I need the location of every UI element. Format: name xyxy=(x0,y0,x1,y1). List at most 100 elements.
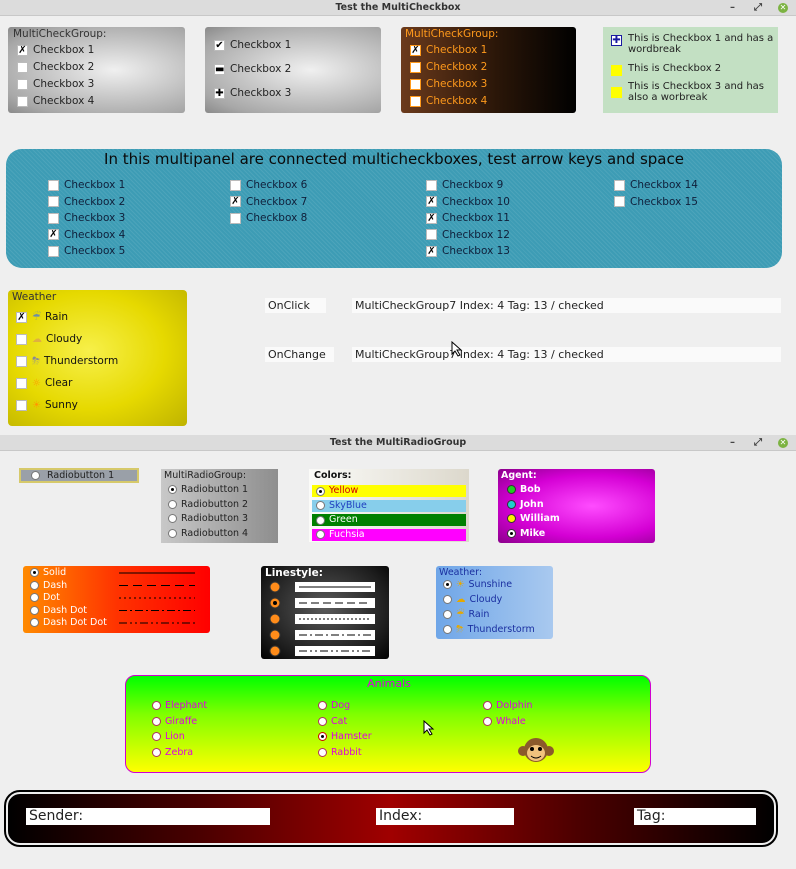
checkbox-item[interactable]: ✗ Checkbox 4 xyxy=(48,229,125,241)
radio-item[interactable]: Radiobutton 2 xyxy=(168,499,248,510)
radio-item[interactable]: Mike xyxy=(507,528,545,539)
radio-item[interactable]: Dolphin xyxy=(483,700,532,711)
radio-item[interactable]: ☀ Sunshine xyxy=(443,579,512,590)
linestyle-options[interactable] xyxy=(261,566,389,659)
checkbox-item[interactable]: Checkbox 6 xyxy=(230,179,307,191)
checkbox-item[interactable]: Checkbox 12 xyxy=(426,229,510,241)
checkbox-item[interactable]: Checkbox 1 xyxy=(48,179,125,191)
checkbox-item[interactable]: Checkbox 2 xyxy=(48,196,125,208)
radio-label: Cloudy xyxy=(469,594,503,605)
checkbox-item[interactable]: Checkbox 5 xyxy=(48,245,125,257)
checkbox-item[interactable]: Checkbox 3 xyxy=(17,78,94,90)
close-icon[interactable]: ✕ xyxy=(778,3,788,13)
weather-checkbox[interactable]: ☁ Cloudy xyxy=(16,333,82,345)
animals-group: Animals Elephant Giraffe Lion Zebra Dog Cat Ha… xyxy=(125,675,651,773)
radio-item[interactable]: Yellow xyxy=(312,485,466,497)
minimize-icon[interactable]: – xyxy=(730,435,735,451)
weather-checkbox[interactable]: ✗ ☔ Rain xyxy=(16,311,68,323)
multiradio-group: MultiRadioGroup: Radiobutton 1 Radiobutto… xyxy=(161,469,278,543)
group-caption: Weather xyxy=(12,291,57,303)
multicheck-group-2: ✔ Checkbox 1 ▬ Checkbox 2 ✚ Checkbox 3 xyxy=(205,27,381,113)
radio-item[interactable]: ☔ Rain xyxy=(443,609,489,620)
radio-item[interactable]: Fuchsia xyxy=(312,528,466,541)
radio-item[interactable]: Hamster xyxy=(318,731,372,742)
checkbox-item[interactable]: Checkbox 3 xyxy=(410,78,487,90)
checkbox-item[interactable]: ✚ This is Checkbox 1 and has a wordbreak xyxy=(611,33,776,55)
radio-item[interactable]: ⛈ Thunderstorm xyxy=(443,624,535,635)
checkbox-label: Checkbox 3 xyxy=(230,87,292,99)
checkbox-item[interactable]: Checkbox 15 xyxy=(614,196,698,208)
checkbox-indicator xyxy=(48,179,59,191)
radio-item[interactable]: ☁ Cloudy xyxy=(443,594,502,605)
radio-item[interactable]: Elephant xyxy=(152,700,207,711)
checkbox-item[interactable]: ✗ Checkbox 13 xyxy=(426,245,510,257)
radio-indicator xyxy=(507,485,516,494)
radio-item[interactable]: Radiobutton 1 xyxy=(168,484,248,495)
radio-item[interactable]: Bob xyxy=(507,484,541,495)
radio-item[interactable]: SkyBlue xyxy=(312,499,466,512)
checkbox-item[interactable]: Checkbox 14 xyxy=(614,179,698,191)
checkbox-item[interactable]: Checkbox 4 xyxy=(17,95,94,107)
checkbox-item[interactable]: ✗ Checkbox 7 xyxy=(230,196,307,208)
window-titlebar: Test the MultiCheckbox – ⤢ ✕ xyxy=(0,0,796,16)
checkbox-item[interactable]: Checkbox 9 xyxy=(426,179,503,191)
radio-label: Radiobutton 1 xyxy=(181,484,249,495)
checkbox-item[interactable]: This is Checkbox 2 xyxy=(611,63,776,76)
radio-item[interactable]: William xyxy=(507,513,560,524)
checkbox-item[interactable]: ✗ Checkbox 11 xyxy=(426,212,510,224)
radio-item[interactable]: Lion xyxy=(152,731,185,742)
checkbox-item[interactable]: ▬ Checkbox 2 xyxy=(214,63,291,75)
radio-indicator xyxy=(443,610,452,619)
checkbox-indicator xyxy=(611,87,622,98)
checkbox-item[interactable]: This is Checkbox 3 and has also a worbre… xyxy=(611,81,776,103)
radio-label: Dolphin xyxy=(496,700,533,711)
checkbox-item[interactable]: ✗ Checkbox 10 xyxy=(426,196,510,208)
checkbox-item[interactable]: ✗ Checkbox 1 xyxy=(410,44,487,56)
checkbox-item[interactable]: ✔ Checkbox 1 xyxy=(214,39,291,51)
checkbox-item[interactable]: Checkbox 4 xyxy=(410,95,487,107)
checkbox-indicator xyxy=(426,229,437,240)
close-icon[interactable]: ✕ xyxy=(778,438,788,448)
radio-item[interactable]: Whale xyxy=(483,716,526,727)
radio-item[interactable]: Rabbit xyxy=(318,747,362,758)
radio-indicator xyxy=(507,528,516,538)
pen-style-group: Solid Dash Dot Dash Dot Dash Dot Dot xyxy=(23,566,210,633)
checkbox-item[interactable]: Checkbox 2 xyxy=(410,61,487,73)
radio-item[interactable]: Cat xyxy=(318,716,347,727)
maximize-icon[interactable]: ⤢ xyxy=(754,435,762,451)
onclick-label: OnClick xyxy=(265,298,326,313)
radio-item[interactable]: Zebra xyxy=(152,747,193,758)
index-field: Index: xyxy=(376,808,514,825)
radio-label: Whale xyxy=(496,715,526,727)
radiobutton-1[interactable]: Radiobutton 1 xyxy=(19,468,139,483)
radio-indicator xyxy=(443,625,452,634)
weather-checkbox[interactable]: ⛈ Thunderstorm xyxy=(16,355,118,367)
checkbox-indicator xyxy=(410,61,421,73)
radio-item[interactable]: Green xyxy=(312,514,466,526)
radio-item[interactable]: John xyxy=(507,499,544,510)
radio-label: Dog xyxy=(331,700,351,711)
radio-label: SkyBlue xyxy=(329,499,367,511)
checkbox-item[interactable]: Checkbox 2 xyxy=(17,61,94,73)
checkbox-item[interactable]: ✚ Checkbox 3 xyxy=(214,87,291,99)
checkbox-indicator xyxy=(48,196,59,207)
minimize-icon[interactable]: – xyxy=(730,0,735,16)
group-caption: Weather: xyxy=(439,567,483,578)
checkbox-label: Checkbox 15 xyxy=(630,195,698,208)
weather-radio-group: Weather: ☀ Sunshine ☁ Cloudy ☔ Rain ⛈ Thunderst… xyxy=(436,566,553,639)
maximize-icon[interactable]: ⤢ xyxy=(754,0,762,16)
checkbox-item[interactable]: Checkbox 8 xyxy=(230,212,307,224)
checkbox-indicator xyxy=(614,179,625,191)
radio-item[interactable]: Radiobutton 3 xyxy=(168,513,248,524)
radio-item[interactable]: Dog xyxy=(318,700,350,711)
checkbox-indicator: ✗ xyxy=(16,311,27,323)
checkbox-item[interactable]: Checkbox 3 xyxy=(48,212,125,224)
weather-checkbox[interactable]: ☼ Clear xyxy=(16,377,72,389)
radio-item[interactable]: Radiobutton 4 xyxy=(168,528,248,539)
weather-checkbox[interactable]: ☀ Sunny xyxy=(16,399,78,411)
checkbox-item[interactable]: ✗ Checkbox 1 xyxy=(17,44,94,56)
radio-label: Radiobutton 1 xyxy=(47,470,115,481)
radio-label: John xyxy=(520,498,544,510)
radio-item[interactable]: Giraffe xyxy=(152,716,197,727)
radio-indicator xyxy=(152,732,161,741)
